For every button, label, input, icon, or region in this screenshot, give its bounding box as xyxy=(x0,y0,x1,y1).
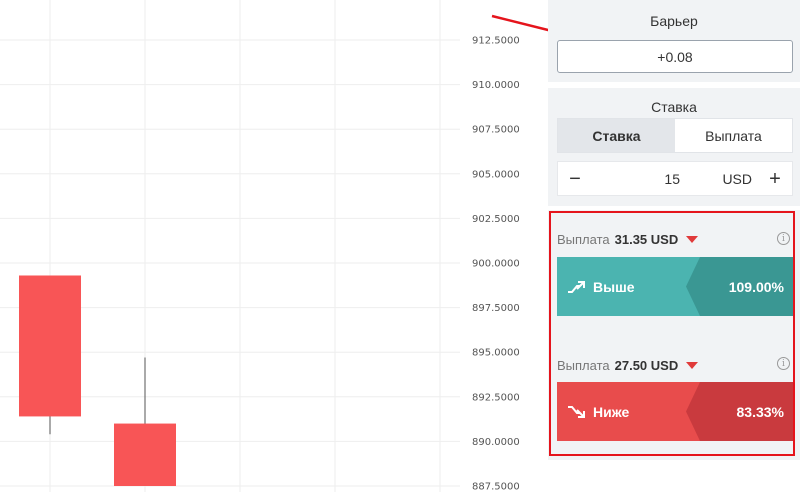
y-tick-label: 905.0000 xyxy=(472,169,520,180)
y-tick-label: 907.5000 xyxy=(472,125,520,136)
y-tick-label: 895.0000 xyxy=(472,348,520,359)
stake-panel: Ставка Ставка Выплата − 15 USD + xyxy=(548,88,800,206)
stake-stepper: − 15 USD + xyxy=(557,161,793,196)
stake-currency: USD xyxy=(722,170,752,187)
price-chart[interactable]: 912.5000910.0000907.5000905.0000902.5000… xyxy=(0,0,530,492)
y-axis-ticks: 912.5000910.0000907.5000905.0000902.5000… xyxy=(472,36,520,492)
y-tick-label: 892.5000 xyxy=(472,392,520,403)
tab-stake[interactable]: Ставка xyxy=(558,119,675,152)
stake-title: Ставка xyxy=(651,99,697,115)
barrier-input[interactable] xyxy=(557,40,793,73)
y-tick-label: 910.0000 xyxy=(472,80,520,91)
stake-amount[interactable]: 15 xyxy=(592,171,722,187)
candle-body xyxy=(114,423,176,486)
payout-highlight-box xyxy=(549,211,795,456)
decrease-stake-button[interactable]: − xyxy=(558,169,592,189)
y-tick-label: 897.5000 xyxy=(472,303,520,314)
chart-grid xyxy=(0,0,460,492)
increase-stake-button[interactable]: + xyxy=(758,169,792,189)
candles xyxy=(19,275,176,486)
candle-body xyxy=(19,275,81,417)
y-tick-label: 887.5000 xyxy=(472,482,520,492)
tab-payout[interactable]: Выплата xyxy=(675,119,792,152)
stake-mode-tabs: Ставка Выплата xyxy=(557,118,793,153)
barrier-panel: Барьер xyxy=(548,0,800,82)
y-tick-label: 902.5000 xyxy=(472,214,520,225)
y-tick-label: 900.0000 xyxy=(472,259,520,270)
barrier-title: Барьер xyxy=(650,13,698,29)
y-tick-label: 890.0000 xyxy=(472,437,520,448)
